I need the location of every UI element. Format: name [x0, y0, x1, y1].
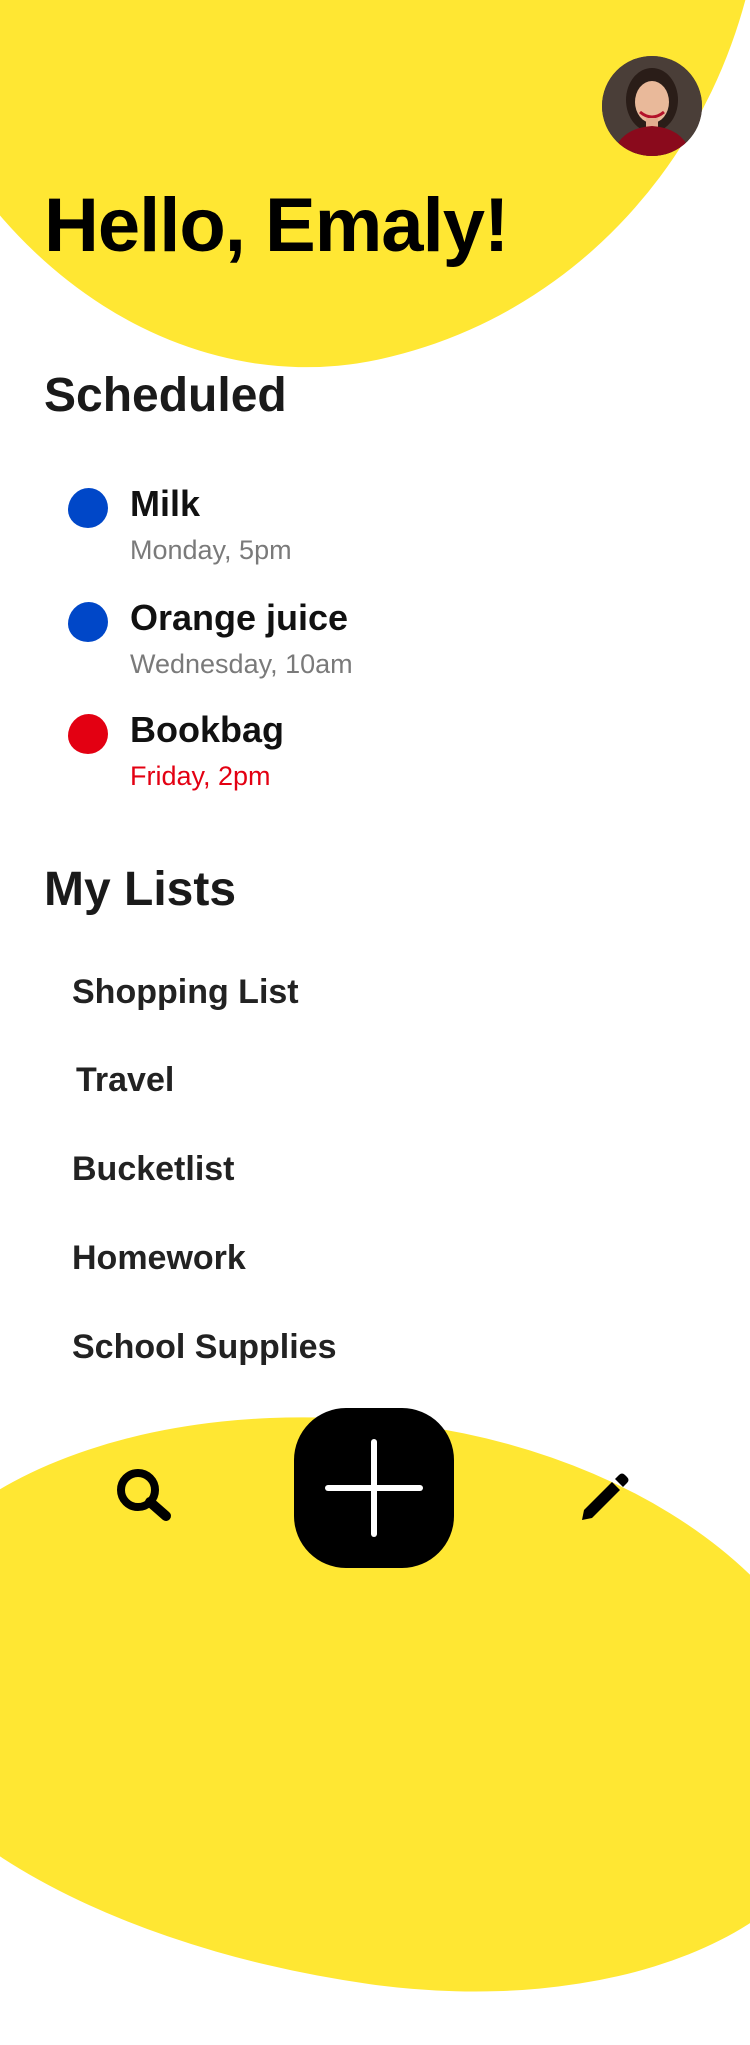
list-item-homework[interactable]: Homework — [72, 1238, 246, 1279]
status-dot — [68, 488, 108, 528]
scheduled-item-time: Friday, 2pm — [130, 761, 271, 791]
scheduled-item-title: Orange juice — [130, 597, 349, 638]
add-button[interactable] — [294, 1408, 454, 1568]
scheduled-item-orange-juice[interactable]: Orange juice Wednesday, 10am — [64, 596, 624, 692]
scheduled-item-milk[interactable]: Milk Monday, 5pm — [64, 482, 624, 578]
status-dot — [68, 602, 108, 642]
page-title: Hello, Emaly! — [44, 183, 509, 268]
list-item-shopping-list[interactable]: Shopping List — [72, 972, 299, 1013]
scheduled-section-title: Scheduled — [44, 369, 287, 422]
user-avatar[interactable] — [602, 56, 702, 156]
status-dot — [68, 714, 108, 754]
edit-button[interactable] — [574, 1466, 634, 1526]
list-item-bucketlist[interactable]: Bucketlist — [72, 1149, 235, 1190]
plus-icon — [325, 1439, 423, 1537]
list-item-travel[interactable]: Travel — [76, 1060, 174, 1101]
pencil-icon — [582, 1473, 629, 1520]
my-lists-section-title: My Lists — [44, 863, 237, 916]
list-item-school-supplies[interactable]: School Supplies — [72, 1327, 336, 1368]
scheduled-item-title: Bookbag — [130, 709, 285, 750]
search-icon — [117, 1469, 171, 1521]
search-button[interactable] — [110, 1460, 180, 1530]
scheduled-item-time: Monday, 5pm — [130, 535, 292, 565]
scheduled-item-title: Milk — [130, 483, 201, 524]
avatar-image — [602, 56, 702, 156]
scheduled-item-time: Wednesday, 10am — [130, 649, 353, 679]
scheduled-item-bookbag[interactable]: Bookbag Friday, 2pm — [64, 708, 624, 804]
bottom-navigation — [0, 1400, 750, 1624]
